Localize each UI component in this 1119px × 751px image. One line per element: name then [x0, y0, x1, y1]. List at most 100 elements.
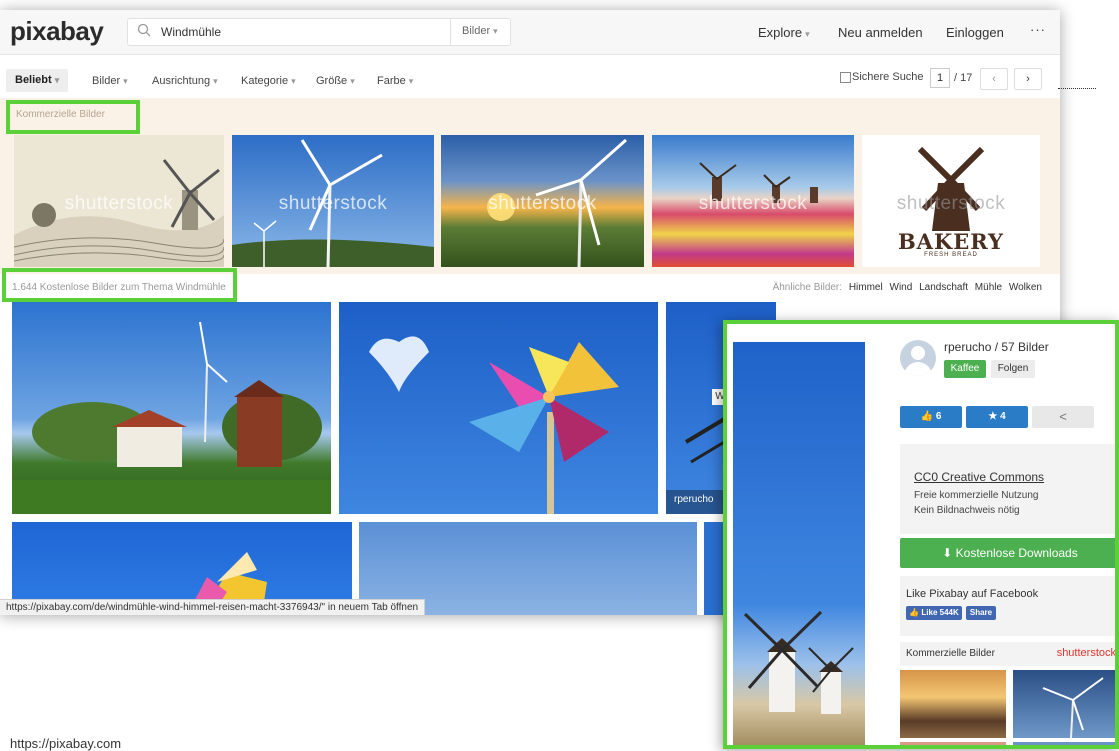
avatar-body [904, 362, 932, 376]
watermark: shutterstock [64, 193, 174, 214]
filter-label: Ausrichtung [152, 75, 211, 87]
top-navbar: pixabay Windmühle Bilder ▾ Explore ▾ Neu a… [0, 10, 1060, 55]
signup-link[interactable]: Neu anmelden [838, 25, 923, 40]
download-label: Kostenlose Downloads [955, 546, 1078, 560]
share-icon: < [1059, 409, 1067, 424]
filter-label: Bilder [92, 75, 121, 87]
photo-user-name[interactable]: rperucho [674, 494, 713, 505]
filter-category[interactable]: Kategorie ▾ [241, 75, 296, 87]
filter-sort-popular[interactable]: Beliebt ▾ [6, 69, 69, 92]
filter-label: Größe [316, 75, 348, 87]
safe-search-label: Sichere Suche [852, 71, 924, 83]
related-label: Ähnliche Bilder: [772, 282, 843, 293]
filter-images[interactable]: Bilder ▾ [92, 75, 128, 87]
explore-label: Explore [758, 25, 803, 40]
page-total: / 17 [954, 72, 973, 84]
related-tag[interactable]: Wind [890, 282, 913, 293]
like-count: 6 [935, 411, 942, 422]
photo-pinwheel[interactable] [339, 302, 658, 514]
license-title[interactable]: CC0 Creative Commons [914, 470, 1044, 484]
download-icon: ⬇ [942, 546, 953, 560]
related-tag[interactable]: Landschaft [919, 282, 968, 293]
fb-thumb-icon: 👍 [909, 608, 920, 617]
filter-size[interactable]: Größe ▾ [316, 75, 355, 87]
page-number-input[interactable]: 1 [930, 68, 950, 88]
image-detail-panel: rperucho / 57 Bilder Kaffee Folgen 👍 6 ★… [723, 320, 1119, 749]
photo-partial[interactable] [704, 522, 724, 615]
free-images-count: 1.644 Kostenlose Bilder zum Thema Windmü… [12, 282, 226, 293]
commercial-image-tulips[interactable]: shutterstock [652, 135, 854, 267]
popup-commercial-thumb-3[interactable] [900, 742, 1006, 745]
search-icon [137, 23, 151, 37]
favorite-count: 4 [1000, 411, 1006, 422]
annotation-dotted-line [1058, 88, 1096, 89]
popup-commercial-thumb-2[interactable] [1013, 670, 1115, 739]
fb-share-button[interactable]: Share [966, 606, 996, 620]
shutterstock-logo[interactable]: shutterstock [1057, 647, 1115, 659]
photo-farmhouse[interactable] [12, 302, 331, 514]
license-line-1: Freie kommerzielle Nutzung [914, 490, 1039, 501]
chevron-down-icon: ▾ [123, 76, 128, 86]
turbines-thumb [1042, 677, 1104, 739]
favorite-button[interactable]: ★ 4 [966, 406, 1028, 428]
thumbs-up-icon: 👍 [920, 411, 934, 422]
popup-commercial-header: Kommerzielle Bilder shutterstock [900, 642, 1115, 666]
commercial-image-sunset-turbine[interactable]: shutterstock [441, 135, 644, 267]
user-name-count[interactable]: rperucho / 57 Bilder [944, 340, 1049, 354]
more-icon[interactable]: ··· [1030, 22, 1046, 37]
fb-like-button[interactable]: 👍 Like 544K [906, 606, 962, 620]
watermark: shutterstock [278, 193, 388, 214]
license-box: CC0 Creative Commons Freie kommerzielle … [900, 444, 1115, 534]
preview-image[interactable] [733, 342, 865, 745]
watermark: shutterstock [698, 193, 808, 214]
commercial-image-turbines[interactable]: shutterstock [232, 135, 434, 267]
prev-page-button[interactable]: ‹ [980, 68, 1008, 90]
explore-menu[interactable]: Explore ▾ [758, 25, 810, 40]
watermark: shutterstock [488, 193, 597, 214]
filter-label: Beliebt [15, 74, 52, 86]
popup-commercial-label: Kommerzielle Bilder [906, 648, 995, 659]
avatar[interactable] [900, 340, 936, 376]
commercial-image-engraving[interactable]: shutterstock [14, 135, 224, 267]
related-tag[interactable]: Mühle [975, 282, 1002, 293]
watermark: shutterstock [896, 193, 1006, 214]
facebook-box: Like Pixabay auf Facebook 👍 Like 544K Sh… [900, 576, 1115, 636]
search-divider [450, 19, 451, 45]
popup-commercial-thumb-1[interactable] [900, 670, 1006, 738]
commercial-label: Kommerzielle Bilder [16, 109, 105, 120]
bakery-title: BAKERY [897, 229, 1005, 254]
like-button[interactable]: 👍 6 [900, 406, 962, 428]
chevron-down-icon: ▾ [805, 29, 810, 39]
windmills-photo [743, 610, 854, 714]
pixabay-logo[interactable]: pixabay [10, 16, 104, 47]
related-tag[interactable]: Wolken [1009, 282, 1042, 293]
next-page-button[interactable]: › [1014, 68, 1042, 90]
follow-button[interactable]: Folgen [991, 360, 1035, 378]
fb-like-label: Like [921, 608, 938, 617]
safe-search-checkbox[interactable] [840, 72, 851, 83]
chevron-down-icon: ▾ [493, 26, 498, 36]
search-type-select[interactable]: Bilder ▾ [462, 25, 498, 37]
commercial-images-section: Kommerzielle Bilder shutterstock shutter… [0, 98, 1060, 274]
search-type-label: Bilder [462, 25, 491, 37]
coffee-button[interactable]: Kaffee [944, 360, 986, 378]
share-button[interactable]: < [1032, 406, 1094, 428]
avatar-head [911, 346, 925, 360]
search-bar[interactable]: Windmühle Bilder ▾ [127, 18, 511, 46]
commercial-image-bakery-logo[interactable]: BAKERY FRESH BREAD shutterstock [862, 135, 1040, 267]
free-images-bar: 1.644 Kostenlose Bilder zum Thema Windmü… [0, 268, 1060, 302]
facebook-label: Like Pixabay auf Facebook [906, 588, 1039, 600]
status-bar-link: https://pixabay.com/de/windmühle-wind-hi… [0, 599, 426, 615]
chevron-down-icon: ▾ [350, 76, 355, 86]
popup-commercial-thumb-4[interactable] [1013, 742, 1115, 745]
download-button[interactable]: ⬇ Kostenlose Downloads [900, 538, 1115, 568]
filter-bar: Beliebt ▾ Bilder ▾ Ausrichtung ▾ Kategorie ▾… [0, 55, 1060, 97]
login-link[interactable]: Einloggen [946, 25, 1004, 40]
pinwheel-photo [369, 336, 619, 514]
filter-color[interactable]: Farbe ▾ [377, 75, 413, 87]
filter-orientation[interactable]: Ausrichtung ▾ [152, 75, 218, 87]
related-tag[interactable]: Himmel [849, 282, 883, 293]
related-tags: Ähnliche Bilder: Himmel Wind Landschaft … [773, 282, 1042, 293]
search-input[interactable]: Windmühle [161, 25, 221, 39]
filter-label: Kategorie [241, 75, 289, 87]
